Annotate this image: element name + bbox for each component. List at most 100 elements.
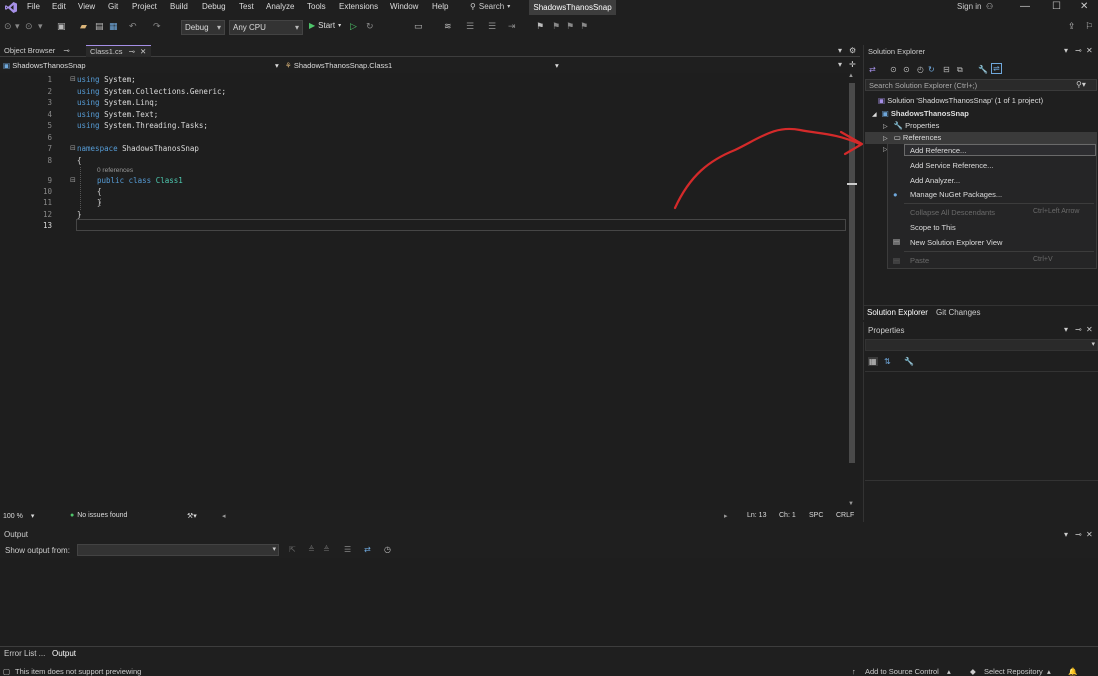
tab-solution-explorer[interactable]: Solution Explorer — [867, 308, 928, 317]
platform-dropdown[interactable]: Any CPU ▾ — [229, 20, 303, 35]
indent-icon[interactable]: ⇥ — [508, 21, 516, 32]
redo-icon[interactable]: ↷ — [153, 21, 161, 32]
menu-debug[interactable]: Debug — [202, 2, 226, 11]
forward-icon[interactable]: ⊙ — [903, 65, 910, 74]
window-menu-icon[interactable]: ▾ — [1064, 325, 1068, 334]
word-wrap-icon[interactable]: ⇄ — [364, 545, 371, 554]
tab-git-changes[interactable]: Git Changes — [936, 308, 980, 317]
bookmark-next-icon[interactable]: ⚑ — [566, 21, 574, 32]
configuration-dropdown[interactable]: Debug ▾ — [181, 20, 225, 35]
notifications-icon[interactable]: 🔔 — [1068, 667, 1077, 676]
hot-reload-icon[interactable]: ↻ — [366, 21, 374, 32]
start-button[interactable]: ▶ Start ▾ — [309, 21, 341, 30]
scroll-right-icon[interactable]: ▸ — [724, 512, 728, 520]
scroll-down-icon[interactable]: ▼ — [848, 501, 854, 507]
close-icon[interactable]: ✕ — [1086, 325, 1093, 334]
clear-all-icon[interactable]: ☰ — [344, 545, 351, 554]
line-indicator[interactable]: Ln: 13 — [747, 512, 766, 519]
pin-icon[interactable]: ⊸ — [129, 47, 135, 56]
menu-item-manage-nuget[interactable]: Manage NuGet Packages... — [910, 190, 1002, 199]
menu-build[interactable]: Build — [170, 2, 188, 11]
collapse-all-icon[interactable]: ⊟ — [943, 65, 950, 74]
menu-window[interactable]: Window — [390, 2, 418, 11]
menu-item-paste[interactable]: Paste — [910, 256, 929, 265]
solution-explorer-search-input[interactable]: Search Solution Explorer (Ctrl+;) — [865, 79, 1097, 91]
timestamp-icon[interactable]: ◷ — [384, 545, 391, 554]
tab-output[interactable]: Output — [52, 649, 76, 658]
pin-icon[interactable]: ⊸ — [1075, 530, 1082, 539]
undo-icon[interactable]: ↶ — [129, 21, 137, 32]
maximize-icon[interactable]: ☐ — [1052, 1, 1061, 12]
account-icon[interactable]: ⚇ — [986, 2, 993, 11]
menu-test[interactable]: Test — [239, 2, 254, 11]
window-menu-icon[interactable]: ▾ — [1064, 530, 1068, 539]
zoom-dropdown[interactable]: 100 % ▾ — [3, 512, 34, 521]
output-source-dropdown[interactable]: ▾ — [77, 544, 279, 556]
dropdown-icon[interactable]: ▾ — [15, 21, 20, 32]
menu-item-scope-to-this[interactable]: Scope to This — [910, 223, 956, 232]
tab-class1[interactable]: Class1.cs ⊸ ✕ — [86, 45, 151, 57]
comment-icon[interactable]: ☰ — [466, 21, 474, 32]
minimize-icon[interactable]: — — [1020, 1, 1030, 12]
select-repository-button[interactable]: Select Repository — [984, 667, 1043, 676]
whitespace-indicator[interactable]: SPC — [809, 512, 823, 519]
window-menu-icon[interactable]: ▾ — [1064, 46, 1068, 55]
collapse-icon[interactable]: ⊟ — [70, 75, 76, 83]
categorized-icon[interactable]: ▦ — [868, 357, 878, 366]
tab-overflow-icon[interactable]: ▾ — [838, 46, 842, 55]
menu-extensions[interactable]: Extensions — [339, 2, 378, 11]
split-view-icon[interactable]: ✛ — [849, 60, 856, 69]
member-dropdown-icon[interactable]: ▾ — [838, 60, 842, 69]
menu-item-collapse-all[interactable]: Collapse All Descendants — [910, 208, 995, 217]
pin-icon[interactable]: ⊸ — [1075, 325, 1082, 334]
menu-analyze[interactable]: Analyze — [266, 2, 294, 11]
menu-item-new-solution-explorer-view[interactable]: New Solution Explorer View — [910, 238, 1002, 247]
preview-selected-items-icon[interactable]: ⇌ — [991, 63, 1002, 74]
search-button[interactable]: ⚲ Search ▾ — [470, 2, 510, 11]
scroll-up-icon[interactable]: ▲ — [848, 73, 854, 79]
back-icon[interactable]: ⊙ — [890, 65, 897, 74]
new-project-icon[interactable]: ▣ — [57, 21, 66, 32]
close-icon[interactable]: ✕ — [140, 47, 146, 56]
save-icon[interactable]: ▤ — [95, 21, 104, 32]
start-without-debugging-icon[interactable]: ▷ — [350, 21, 357, 32]
char-indicator[interactable]: Ch: 1 — [779, 512, 796, 519]
property-pages-icon[interactable]: 🔧 — [904, 357, 914, 366]
menu-edit[interactable]: Edit — [52, 2, 66, 11]
settings-icon[interactable]: ⚙ — [849, 46, 856, 55]
pin-icon[interactable]: ⊸ — [1075, 46, 1082, 55]
pin-icon[interactable]: ⊸ — [63, 46, 69, 55]
type-dropdown[interactable]: ⚘ ShadowsThanosSnap.Class1 ▾ — [285, 60, 563, 72]
code-cleanup-icon[interactable]: ⚒▾ — [187, 512, 197, 520]
previous-message-icon[interactable]: ≜ — [308, 545, 315, 554]
tree-properties[interactable]: ▷ 🔧 Properties — [883, 121, 939, 130]
sign-in-link[interactable]: Sign in — [957, 2, 981, 11]
menu-tools[interactable]: Tools — [307, 2, 326, 11]
menu-file[interactable]: File — [27, 2, 40, 11]
menu-item-add-reference[interactable]: Add Reference... — [910, 146, 966, 155]
tree-project[interactable]: ◢ ▣ ShadowsThanosSnap — [872, 109, 969, 118]
forward-icon[interactable]: ⊙ — [25, 21, 33, 32]
tab-error-list[interactable]: Error List ... — [4, 649, 45, 658]
properties-object-dropdown[interactable]: ▾ — [865, 339, 1098, 351]
history-icon[interactable]: ◴ — [917, 65, 924, 74]
switch-views-icon[interactable]: ⇄ — [869, 65, 876, 74]
menu-view[interactable]: View — [78, 2, 95, 11]
tab-object-browser[interactable]: Object Browser ⊸ — [0, 45, 86, 57]
collapse-icon[interactable]: ⊟ — [70, 176, 76, 184]
bookmark-clear-icon[interactable]: ⚑ — [580, 21, 588, 32]
menu-project[interactable]: Project — [132, 2, 157, 11]
properties-icon[interactable]: 🔧 — [978, 65, 988, 74]
bookmark-prev-icon[interactable]: ⚑ — [552, 21, 560, 32]
menu-help[interactable]: Help — [432, 2, 448, 11]
tree-references[interactable]: ▷ ▭ References — [883, 133, 941, 142]
live-share-icon[interactable]: ⇪ — [1068, 21, 1076, 32]
menu-item-add-service-reference[interactable]: Add Service Reference... — [910, 161, 993, 170]
show-all-files-icon[interactable]: ⧉ — [957, 65, 963, 75]
next-message-icon[interactable]: ≜ — [323, 545, 330, 554]
close-icon[interactable]: ✕ — [1086, 46, 1093, 55]
dropdown-icon[interactable]: ▾ — [38, 21, 43, 32]
sync-icon[interactable]: ↻ — [928, 65, 935, 74]
open-folder-icon[interactable]: ▰ — [80, 21, 87, 32]
menu-git[interactable]: Git — [108, 2, 118, 11]
